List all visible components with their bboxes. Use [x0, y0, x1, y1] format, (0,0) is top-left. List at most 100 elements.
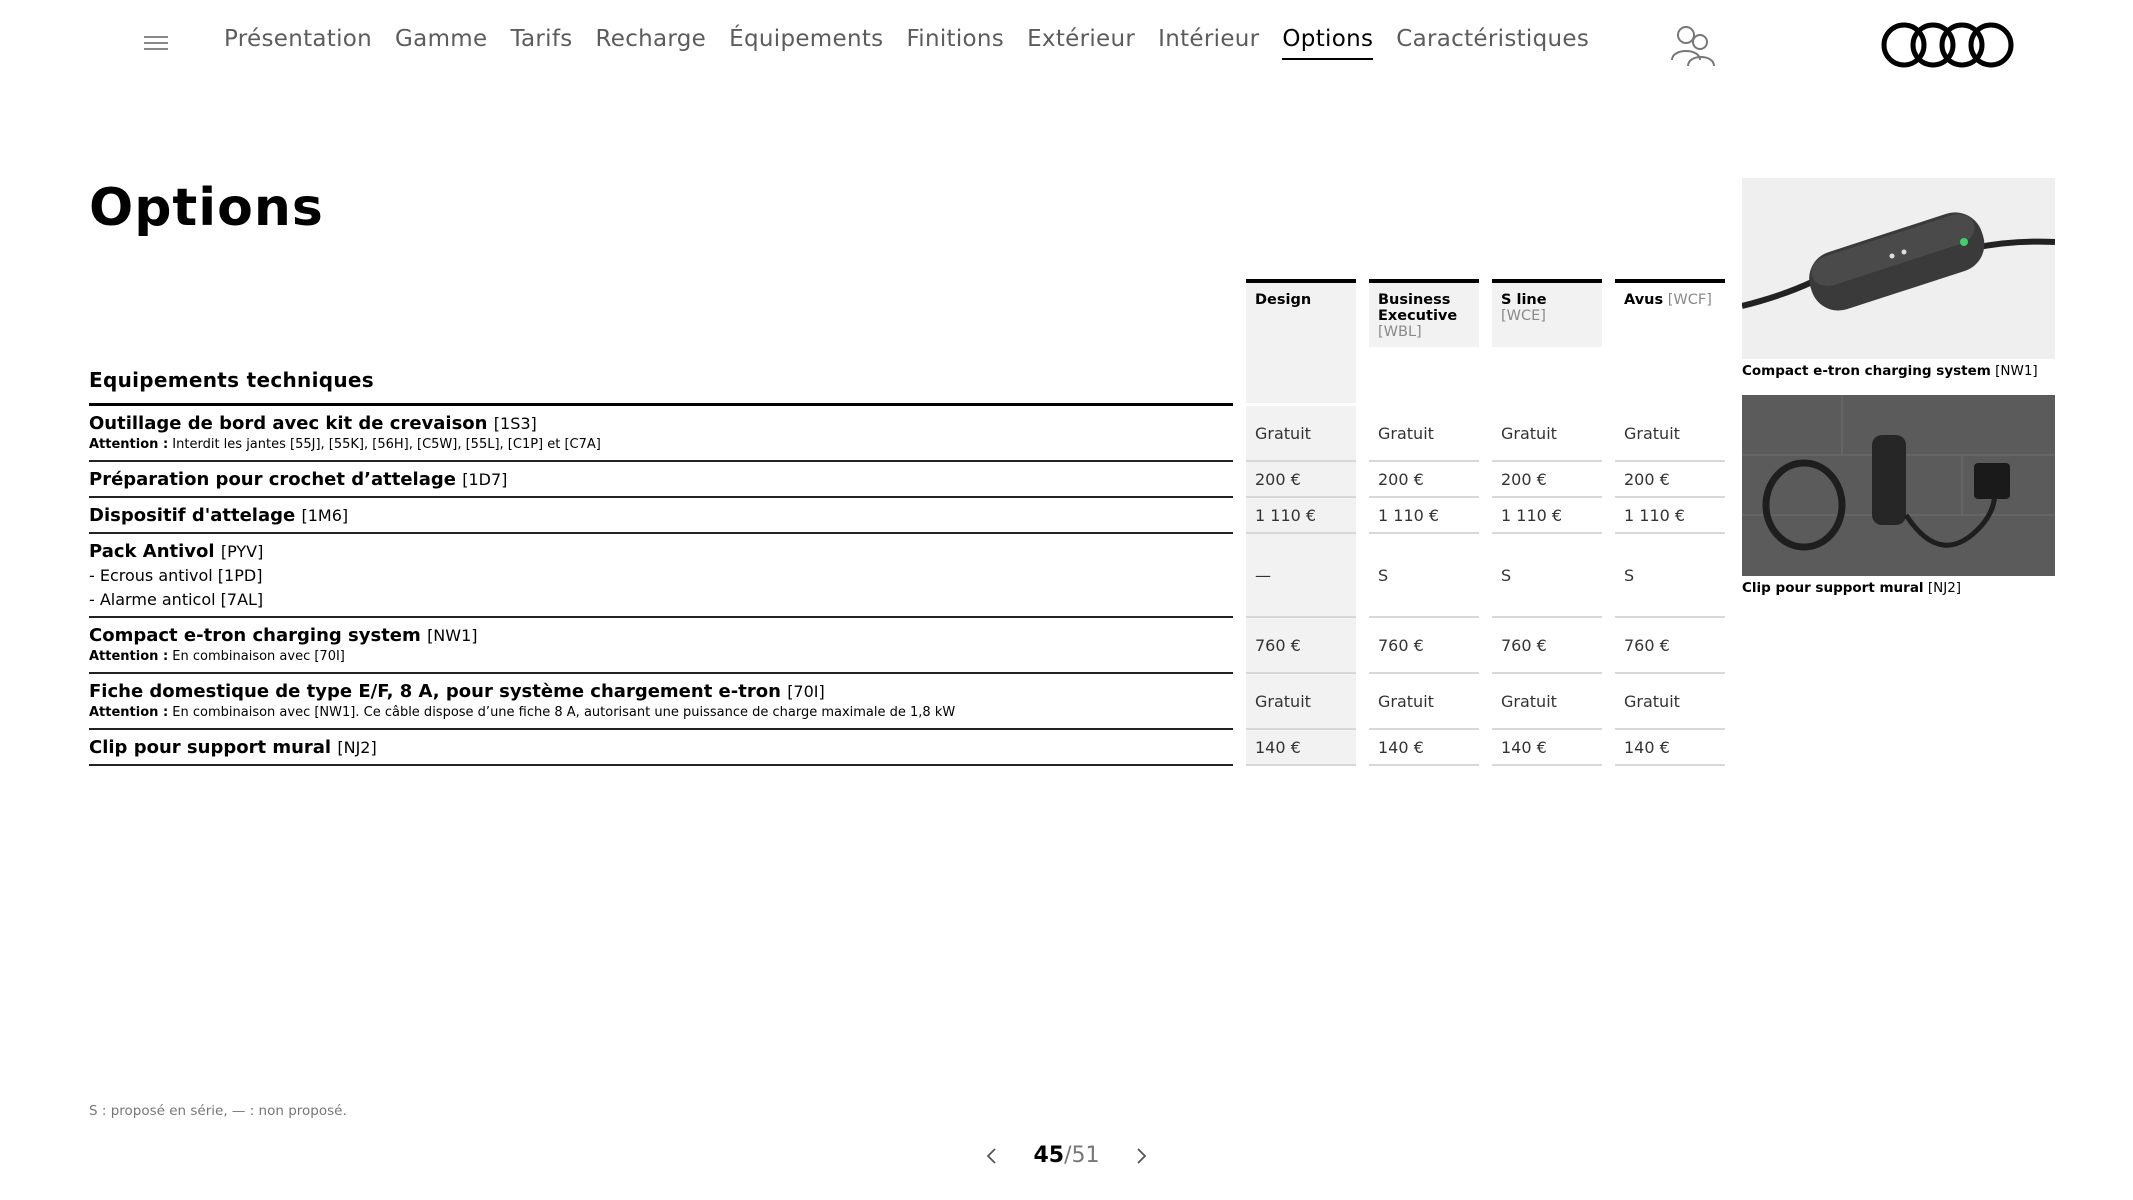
column-spacer — [1492, 347, 1602, 403]
pagination: 45/51 — [0, 1143, 2133, 1171]
top-navigation: Présentation Gamme Tarifs Recharge Équipemen… — [0, 0, 2133, 88]
price-cell: S — [1369, 534, 1479, 618]
column-name: Avus — [1624, 292, 1664, 308]
option-name: Outillage de bord avec kit de crevaison — [89, 413, 488, 434]
price-cell: 140 € — [1492, 730, 1602, 766]
price-cell: Gratuit — [1246, 406, 1356, 462]
option-name: Clip pour support mural — [89, 737, 332, 758]
nav-item[interactable]: Extérieur — [1027, 26, 1135, 60]
current-page: 45 — [1033, 1143, 1065, 1168]
caption-title: Compact e-tron charging system — [1742, 363, 1991, 379]
image-caption: Clip pour support mural [NJ2] — [1742, 580, 1961, 596]
option-note: Attention : En combinaison avec [70I] — [89, 648, 1233, 666]
total-pages: /51 — [1064, 1143, 1100, 1168]
nav-item[interactable]: Options — [1282, 26, 1374, 60]
nav-item[interactable]: Tarifs — [510, 26, 572, 60]
option-code: [1D7] — [462, 470, 508, 489]
option-title: Dispositif d'attelage [1M6] — [89, 504, 1233, 528]
nav-item[interactable]: Intérieur — [1158, 26, 1259, 60]
price-cell: 760 € — [1492, 618, 1602, 674]
option-row: Pack Antivol [PYV] - Ecrous antivol [1PD]… — [89, 534, 1233, 618]
price-cell: 140 € — [1615, 730, 1725, 766]
option-title: Fiche domestique de type E/F, 8 A, pour … — [89, 680, 1233, 704]
option-name: Dispositif d'attelage — [89, 505, 296, 526]
column-code: [WCE] — [1501, 308, 1546, 324]
option-row: Préparation pour crochet d’attelage [1D7… — [89, 462, 1233, 498]
column-header-s-line: S line [WCE] — [1492, 279, 1602, 347]
option-note: Attention : Interdit les jantes [55J], [… — [89, 436, 1233, 454]
option-code: [1S3] — [493, 414, 537, 433]
option-name: Pack Antivol — [89, 541, 215, 562]
price-cell: 200 € — [1615, 462, 1725, 498]
price-cell: 1 110 € — [1369, 498, 1479, 534]
price-cell: 200 € — [1369, 462, 1479, 498]
price-cell: Gratuit — [1369, 406, 1479, 462]
price-cell: — — [1246, 534, 1356, 618]
price-cell: 200 € — [1246, 462, 1356, 498]
option-name: Compact e-tron charging system — [89, 625, 421, 646]
nav-item[interactable]: Équipements — [729, 26, 883, 60]
option-note: Attention : En combinaison avec [NW1]. C… — [89, 704, 1233, 722]
option-name: Préparation pour crochet d’attelage — [89, 469, 456, 490]
caption-code: [NJ2] — [1927, 580, 1962, 596]
price-cell: 1 110 € — [1246, 498, 1356, 534]
option-code: [1M6] — [301, 506, 349, 525]
nav-item[interactable]: Caractéristiques — [1396, 26, 1589, 60]
price-cell: S — [1492, 534, 1602, 618]
option-title: Compact e-tron charging system [NW1] — [89, 624, 1233, 648]
column-code: [WCF] — [1667, 292, 1712, 308]
note-label: Attention : — [89, 649, 169, 664]
column-spacer — [1615, 347, 1725, 403]
note-text: En combinaison avec [NW1]. Ce câble disp… — [172, 705, 956, 720]
option-row: Dispositif d'attelage [1M6] — [89, 498, 1233, 534]
nav-item[interactable]: Gamme — [395, 26, 487, 60]
image-caption: Compact e-tron charging system [NW1] — [1742, 363, 2038, 379]
note-text: En combinaison avec [70I] — [172, 649, 345, 664]
option-code: [70I] — [787, 682, 825, 701]
price-cell: Gratuit — [1615, 674, 1725, 730]
column-header-avus: Avus [WCF] — [1615, 279, 1725, 347]
price-cell: Gratuit — [1492, 406, 1602, 462]
wall-clip-image — [1742, 395, 2055, 576]
option-title: Pack Antivol [PYV] — [89, 540, 1233, 564]
option-code: [NW1] — [427, 626, 478, 645]
option-sub-item: - Ecrous antivol [1PD] — [89, 566, 263, 585]
option-row: Compact e-tron charging system [NW1] Atte… — [89, 618, 1233, 674]
nav-item[interactable]: Présentation — [224, 26, 372, 60]
column-spacer — [1246, 347, 1356, 403]
price-cell: 200 € — [1492, 462, 1602, 498]
option-sub-item: - Alarme anticol [7AL] — [89, 590, 264, 609]
legend-footnote: S : proposé en série, — : non proposé. — [89, 1103, 347, 1119]
chevron-left-icon[interactable] — [981, 1145, 1003, 1167]
price-cell: S — [1615, 534, 1725, 618]
column-header-design: Design — [1246, 279, 1356, 347]
page-title: Options — [89, 178, 324, 238]
note-label: Attention : — [89, 705, 169, 720]
price-cell: 760 € — [1615, 618, 1725, 674]
price-cell: 760 € — [1246, 618, 1356, 674]
price-cell: 140 € — [1246, 730, 1356, 766]
price-cell: Gratuit — [1369, 674, 1479, 730]
option-title: Outillage de bord avec kit de crevaison … — [89, 412, 1233, 436]
caption-title: Clip pour support mural — [1742, 580, 1924, 596]
chevron-right-icon[interactable] — [1130, 1145, 1152, 1167]
note-text: Interdit les jantes [55J], [55K], [56H],… — [172, 437, 601, 452]
column-name: S line — [1501, 292, 1547, 308]
column-header-business-executive: Business Executive [WBL] — [1369, 279, 1479, 347]
hamburger-icon[interactable] — [144, 36, 168, 52]
nav-item[interactable]: Finitions — [906, 26, 1004, 60]
dealer-contact-icon[interactable] — [1666, 20, 1720, 70]
price-cell: 760 € — [1369, 618, 1479, 674]
column-code: [WBL] — [1378, 324, 1422, 340]
nav-item[interactable]: Recharge — [596, 26, 707, 60]
column-name: Design — [1255, 292, 1312, 308]
page-indicator: 45/51 — [1033, 1143, 1099, 1168]
caption-code: [NW1] — [1995, 363, 2038, 379]
option-code: [NJ2] — [337, 738, 377, 757]
compact-charger-image — [1742, 178, 2055, 359]
audi-rings-logo[interactable] — [1880, 20, 2016, 70]
price-cell: 1 110 € — [1492, 498, 1602, 534]
price-cell: Gratuit — [1615, 406, 1725, 462]
option-title: Préparation pour crochet d’attelage [1D7… — [89, 468, 1233, 492]
price-cell: 1 110 € — [1615, 498, 1725, 534]
